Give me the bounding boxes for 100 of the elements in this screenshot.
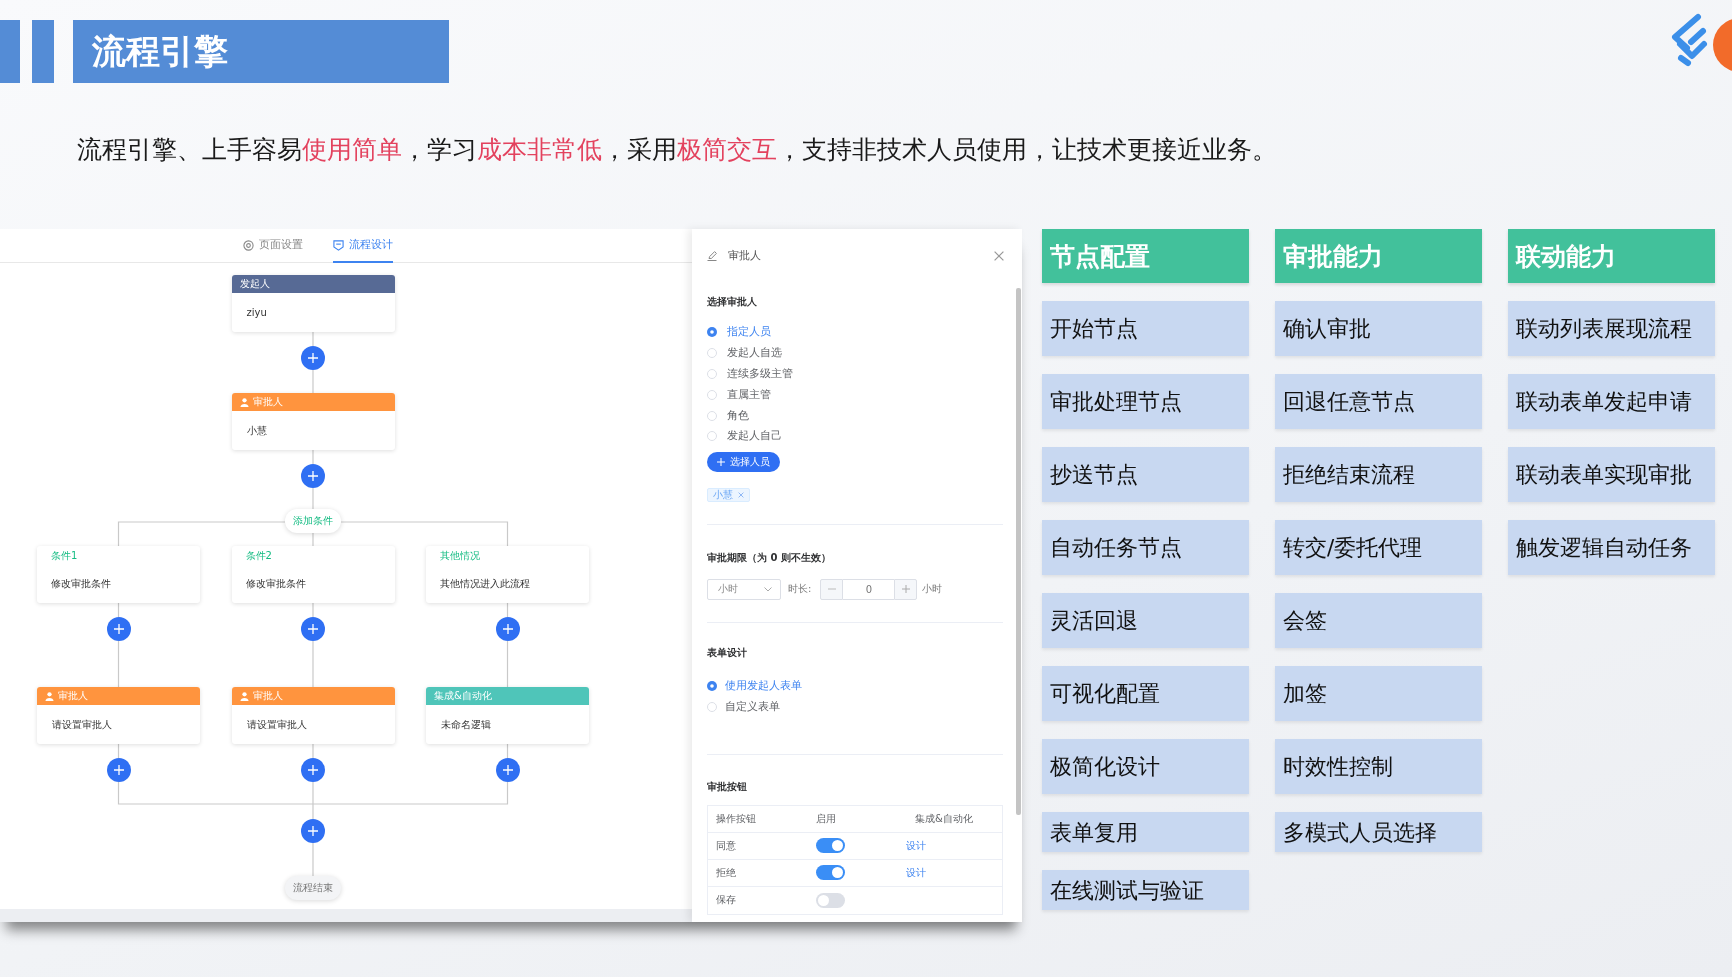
condition-node[interactable]: 条件2 修改审批条件 xyxy=(231,546,395,603)
connector-line xyxy=(506,640,509,688)
condition-content: 修改审批条件 xyxy=(245,577,306,591)
toggle-switch[interactable] xyxy=(816,892,845,908)
feature-item: 转交/委托代理 xyxy=(1275,520,1482,575)
feature-item: 触发逻辑自动任务 xyxy=(1508,520,1715,575)
connector-line xyxy=(312,842,314,877)
connector-line xyxy=(117,640,120,688)
unit-dropdown[interactable]: 小时 xyxy=(707,578,781,600)
add-node-button[interactable] xyxy=(106,758,131,782)
accent-bar xyxy=(0,20,20,83)
radio-option[interactable]: 直属主管 xyxy=(707,384,771,406)
add-node-button[interactable] xyxy=(301,346,325,370)
radio-option[interactable]: 连续多级主管 xyxy=(707,363,793,385)
section-heading: 审批按钮 xyxy=(707,779,747,794)
slide-title: 流程引擎 xyxy=(73,20,449,83)
toggle-switch[interactable] xyxy=(816,865,845,881)
design-link[interactable]: 设计 xyxy=(898,838,926,853)
add-node-button[interactable] xyxy=(495,758,520,782)
person-icon xyxy=(239,691,249,701)
plus-icon xyxy=(308,353,318,363)
add-node-button[interactable] xyxy=(106,617,131,641)
feature-heading: 节点配置 xyxy=(1042,229,1249,283)
feature-item: 会签 xyxy=(1275,593,1482,648)
condition-title: 条件2 xyxy=(245,549,272,563)
node-content: 小慧 xyxy=(246,423,267,438)
feature-item: 自动任务节点 xyxy=(1042,520,1249,575)
add-node-button[interactable] xyxy=(301,464,325,488)
plus-icon xyxy=(308,471,318,481)
plus-icon xyxy=(308,765,318,775)
plus-icon xyxy=(717,457,725,466)
plus-icon xyxy=(113,624,124,634)
column-header: 启用 xyxy=(815,811,837,826)
add-node-button[interactable] xyxy=(495,617,520,641)
feature-heading: 审批能力 xyxy=(1275,229,1482,283)
add-node-button[interactable] xyxy=(301,617,325,641)
section-heading: 审批期限（为 0 则不生效） xyxy=(707,550,831,565)
feature-item: 多模式人员选择 xyxy=(1275,812,1482,852)
add-node-button[interactable] xyxy=(301,758,325,782)
radio-option[interactable]: 角色 xyxy=(707,405,749,426)
node-content: 未命名逻辑 xyxy=(441,717,491,732)
feature-item: 时效性控制 xyxy=(1275,739,1482,794)
connector-line xyxy=(312,369,314,394)
feature-heading: 联动能力 xyxy=(1508,229,1715,283)
tab[interactable]: 页面设置 xyxy=(243,229,303,263)
plus-icon xyxy=(308,624,318,634)
start-node[interactable]: 发起人 ziyu xyxy=(231,275,395,332)
connector-line xyxy=(312,449,314,465)
condition-node[interactable]: 条件1 修改审批条件 xyxy=(37,546,200,603)
radio-option[interactable]: 发起人自己 xyxy=(707,426,782,447)
plus-icon xyxy=(308,826,318,836)
radio-option[interactable]: 自定义表单 xyxy=(707,696,780,718)
approver-node[interactable]: 审批人 小慧 xyxy=(231,393,395,450)
close-icon[interactable] xyxy=(994,251,1004,261)
chevron-down-icon xyxy=(764,586,772,592)
edit-icon xyxy=(707,251,717,261)
radio-option[interactable]: 使用发起人表单 xyxy=(707,675,802,697)
design-link[interactable]: 设计 xyxy=(898,865,926,880)
node-content: ziyu xyxy=(246,307,267,318)
duration-label: 时长: xyxy=(788,582,812,597)
minus-icon xyxy=(827,588,836,591)
bookmark-icon xyxy=(333,239,344,251)
condition-title: 条件1 xyxy=(51,549,78,563)
section-heading: 选择审批人 xyxy=(707,295,757,309)
feature-item: 灵活回退 xyxy=(1042,593,1249,648)
table-cell-text: 拒绝 xyxy=(715,865,737,880)
feature-item: 在线测试与验证 xyxy=(1042,870,1249,910)
connector-line xyxy=(312,640,314,688)
table-cell-text: 保存 xyxy=(715,893,737,908)
node-title: 审批人 xyxy=(58,689,88,703)
round-logo-icon xyxy=(1713,18,1732,72)
duration-input[interactable]: 0 xyxy=(843,578,895,600)
automation-node[interactable]: 集成&自动化 未命名逻辑 xyxy=(426,687,589,744)
node-title: 审批人 xyxy=(252,689,283,703)
node-content: 请设置审批人 xyxy=(246,717,307,732)
plus-icon xyxy=(113,765,124,775)
add-node-button[interactable] xyxy=(301,819,325,843)
approver-node[interactable]: 审批人 请设置审批人 xyxy=(231,687,395,744)
plus-icon xyxy=(502,624,513,634)
radio-option[interactable]: 发起人自选 xyxy=(707,342,782,364)
approver-node[interactable]: 审批人 请设置审批人 xyxy=(37,687,200,744)
node-title: 审批人 xyxy=(252,395,283,409)
feature-item: 审批处理节点 xyxy=(1042,374,1249,429)
select-people-button[interactable]: 选择人员 xyxy=(707,451,780,472)
intro-text: 流程引擎、上手容易使用简单，学习 成本非常低，采用极简交互，支持非技术人员使用，让技术更接近业务。 xyxy=(77,134,1277,166)
radio-option[interactable]: 指定人员 xyxy=(707,322,771,343)
scrollbar-thumb[interactable] xyxy=(1016,288,1021,815)
feature-item: 联动表单实现审批 xyxy=(1508,447,1715,502)
feature-item: 确认审批 xyxy=(1275,301,1482,356)
end-node: 流程结束 xyxy=(285,876,341,900)
node-title: 集成&自动化 xyxy=(434,689,492,703)
feature-item: 极简化设计 xyxy=(1042,739,1249,794)
connector-line xyxy=(312,743,314,759)
accent-bar xyxy=(32,20,54,83)
feature-item: 抄送节点 xyxy=(1042,447,1249,502)
feature-item: 开始节点 xyxy=(1042,301,1249,356)
connector-line xyxy=(312,602,314,618)
condition-node[interactable]: 其他情况 其他情况进入此流程 xyxy=(426,546,589,603)
toggle-switch[interactable] xyxy=(816,838,845,854)
feature-item: 联动表单发起申请 xyxy=(1508,374,1715,429)
